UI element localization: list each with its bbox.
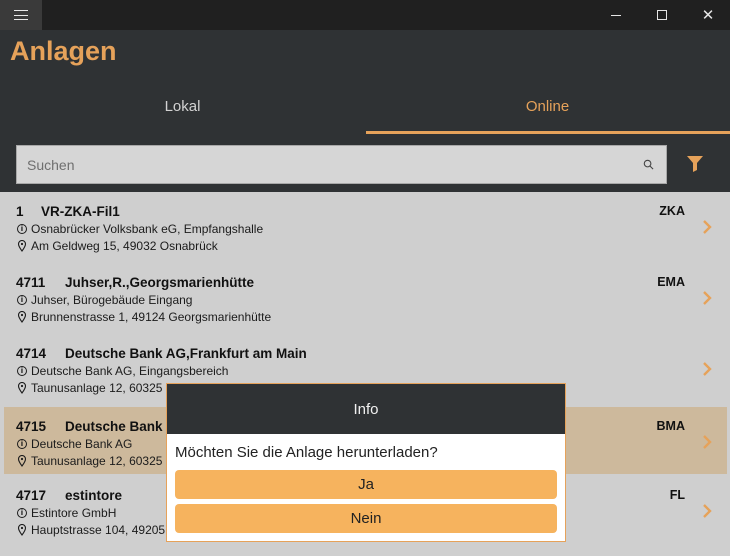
item-name: Juhser,R.,Georgsmarienhütte — [65, 275, 255, 290]
item-code: ZKA — [659, 204, 685, 218]
item-name: Deutsche Bank — [65, 419, 163, 434]
item-info: i Deutsche Bank AG, Eingangsbereich — [17, 364, 228, 378]
chevron-right-icon[interactable] — [701, 362, 713, 376]
item-address-text: Brunnenstrasse 1, 49124 Georgsmarienhütt… — [31, 310, 272, 324]
tab-lokal[interactable]: Lokal — [0, 98, 365, 115]
item-code: EMA — [657, 275, 685, 289]
info-icon: i — [17, 295, 27, 305]
item-info: i Estintore GmbH — [17, 506, 116, 520]
location-pin-icon — [17, 240, 27, 252]
item-info: i Deutsche Bank AG — [17, 437, 132, 451]
chevron-right-icon[interactable] — [701, 435, 713, 449]
info-icon: i — [17, 439, 27, 449]
item-info-text: Osnabrücker Volksbank eG, Empfangshalle — [31, 222, 264, 236]
filter-icon[interactable] — [686, 155, 704, 173]
item-address-text: Hauptstrasse 104, 49205 F — [31, 523, 176, 537]
chevron-right-icon[interactable] — [701, 504, 713, 518]
item-info: i Juhser, Bürogebäude Eingang — [17, 293, 192, 307]
minimize-icon — [611, 14, 621, 16]
item-id: 4714 — [16, 346, 47, 361]
list-item[interactable]: 1 VR-ZKA-Fil1 ZKA i Osnabrücker Volksbank… — [4, 192, 727, 259]
chevron-right-icon[interactable] — [701, 220, 713, 234]
cancel-button[interactable]: Nein — [175, 504, 557, 533]
item-id: 4711 — [16, 275, 46, 290]
location-pin-icon — [17, 524, 27, 536]
item-info: i Osnabrücker Volksbank eG, Empfangshalle — [17, 222, 263, 236]
maximize-icon — [657, 10, 667, 20]
item-address: Taunusanlage 12, 60325 F — [17, 381, 173, 395]
info-icon: i — [17, 224, 27, 234]
item-id: 1 — [16, 204, 24, 219]
app-header: Anlagen Lokal Online — [0, 30, 730, 135]
item-code: BMA — [656, 419, 685, 433]
maximize-button[interactable] — [639, 0, 685, 30]
chevron-right-icon[interactable] — [701, 291, 713, 305]
item-address-text: Taunusanlage 12, 60325 F — [31, 381, 174, 395]
item-address: Hauptstrasse 104, 49205 F — [17, 523, 176, 537]
item-name: estintore — [65, 488, 123, 503]
location-pin-icon — [17, 455, 27, 467]
window-titlebar: ✕ — [0, 0, 730, 30]
item-info-text: Deutsche Bank AG — [31, 437, 133, 451]
hamburger-icon — [14, 10, 28, 20]
item-id: 4717 — [16, 488, 47, 503]
location-pin-icon — [17, 382, 27, 394]
dialog-title: Info — [167, 384, 565, 434]
close-button[interactable]: ✕ — [685, 0, 730, 30]
minimize-button[interactable] — [593, 0, 639, 30]
item-name: Deutsche Bank AG,Frankfurt am Main — [65, 346, 307, 361]
search-box — [16, 145, 667, 184]
list-item[interactable]: 4711 Juhser,R.,Georgsmarienhütte EMA i Ju… — [4, 263, 727, 330]
location-pin-icon — [17, 311, 27, 323]
item-id: 4715 — [16, 419, 47, 434]
menu-button[interactable] — [0, 0, 42, 30]
close-icon: ✕ — [701, 5, 715, 24]
item-info-text: Juhser, Bürogebäude Eingang — [31, 293, 193, 307]
search-icon[interactable] — [643, 159, 654, 170]
item-address: Brunnenstrasse 1, 49124 Georgsmarienhütt… — [17, 310, 271, 324]
item-code: FL — [669, 488, 685, 502]
item-address-text: Taunusanlage 12, 60325 F — [31, 454, 174, 468]
item-name: VR-ZKA-Fil1 — [41, 204, 120, 219]
confirm-button[interactable]: Ja — [175, 470, 557, 499]
search-bar — [0, 134, 730, 192]
dialog-message: Möchten Sie die Anlage herunterladen? — [175, 444, 438, 461]
tab-online[interactable]: Online — [365, 98, 730, 115]
item-info-text: Deutsche Bank AG, Eingangsbereich — [31, 364, 229, 378]
item-address: Am Geldweg 15, 49032 Osnabrück — [17, 239, 218, 253]
info-icon: i — [17, 366, 27, 376]
item-info-text: Estintore GmbH — [31, 506, 117, 520]
item-address: Taunusanlage 12, 60325 F — [17, 454, 173, 468]
item-address-text: Am Geldweg 15, 49032 Osnabrück — [31, 239, 218, 253]
page-title: Anlagen — [10, 36, 117, 66]
info-icon: i — [17, 508, 27, 518]
search-input[interactable] — [27, 146, 627, 183]
info-dialog: Info Möchten Sie die Anlage herunterlade… — [166, 383, 566, 542]
